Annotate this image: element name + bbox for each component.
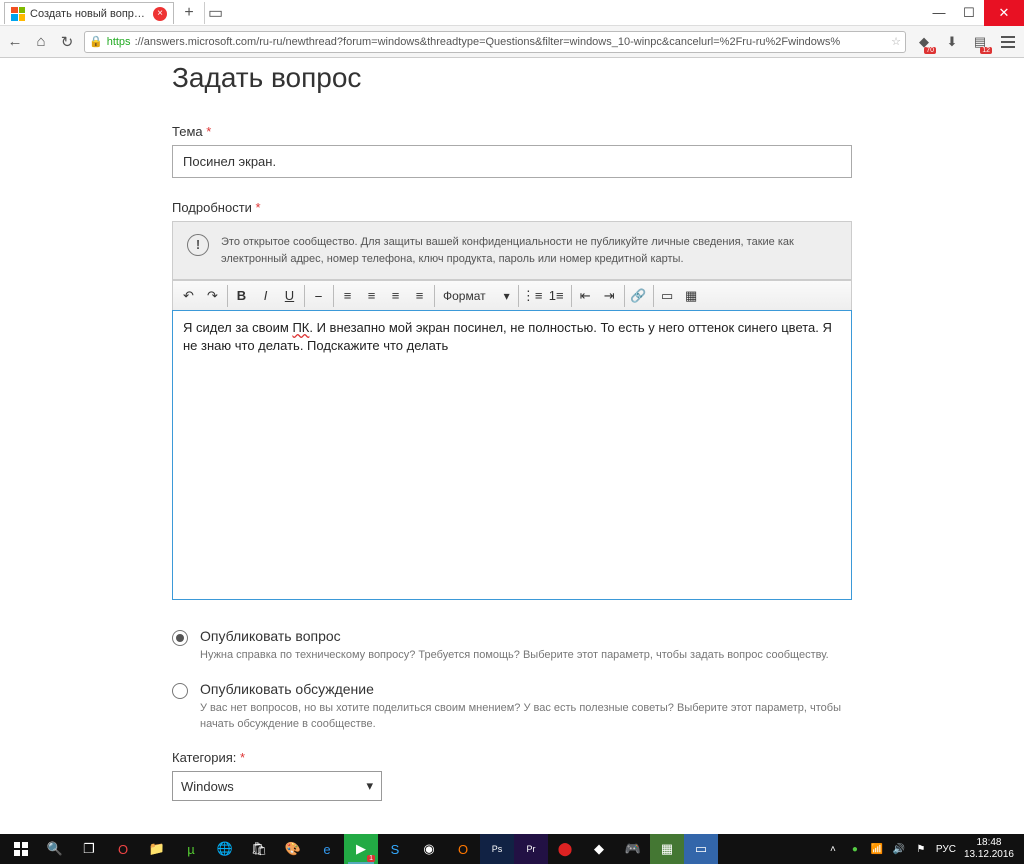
outdent-button[interactable]: ⇤	[574, 284, 598, 308]
tab-strip: Создать новый вопрос ил × + ▭	[0, 0, 904, 26]
back-button[interactable]: ←	[6, 33, 24, 51]
tray-cloud-icon[interactable]: ●	[848, 842, 862, 856]
taskbar-skype-icon[interactable]: S	[378, 834, 412, 864]
tab-close-icon[interactable]: ×	[153, 7, 167, 21]
taskbar-explorer-icon[interactable]: 📁	[140, 834, 174, 864]
taskbar: 🔍 ❐ O 📁 µ 🌐 🛍 🎨 e ▶1 S ◉ O Ps Pr ⬤ ◆ 🎮 ▦…	[0, 834, 1024, 864]
taskbar-game-icon[interactable]: 🎮	[616, 834, 650, 864]
radio-icon	[172, 683, 188, 699]
tray-battery-icon[interactable]: ⚑	[914, 842, 928, 856]
url-text: ://answers.microsoft.com/ru-ru/newthread…	[135, 36, 888, 48]
image-button[interactable]: ▭	[656, 284, 680, 308]
browser-tab[interactable]: Создать новый вопрос ил ×	[4, 2, 174, 24]
taskbar-record-icon[interactable]: ⬤	[548, 834, 582, 864]
browser-menu-button[interactable]	[998, 36, 1018, 48]
category-label: Категория: *	[172, 750, 852, 765]
star-icon[interactable]: ☆	[891, 35, 901, 48]
italic-button[interactable]: I	[254, 284, 278, 308]
taskbar-steam-icon[interactable]: ◉	[412, 834, 446, 864]
theme-label: Тема *	[172, 124, 852, 139]
theme-input[interactable]	[172, 145, 852, 178]
taskbar-app-icon[interactable]: ▶1	[344, 834, 378, 864]
details-label: Подробности *	[172, 200, 852, 215]
url-input[interactable]: 🔒 https ://answers.microsoft.com/ru-ru/n…	[84, 31, 906, 53]
info-icon: !	[187, 234, 209, 256]
tray-language[interactable]: РУС	[936, 844, 956, 855]
taskbar-utorrent-icon[interactable]: µ	[174, 834, 208, 864]
radio-desc: Нужна справка по техническому вопросу? Т…	[200, 648, 829, 663]
underline-button[interactable]: U	[278, 284, 302, 308]
tray-volume-icon[interactable]: 🔊	[892, 842, 906, 856]
extension-adblock-icon[interactable]: ◆70	[914, 32, 934, 52]
editor-toolbar: ↶ ↷ B I U ⎯ ≡ ≡ ≡ ≡ Формат▾ ⋮≡ 1≡ ⇤ ⇥ 🔗 …	[172, 280, 852, 310]
link-button[interactable]: 🔗	[627, 284, 651, 308]
bold-button[interactable]: B	[230, 284, 254, 308]
taskbar-chrome-icon[interactable]: 🌐	[208, 834, 242, 864]
align-right-button[interactable]: ≡	[384, 284, 408, 308]
radio-desc: У вас нет вопросов, но вы хотите поделит…	[200, 701, 852, 732]
tray-clock[interactable]: 18:48 13.12.2016	[964, 837, 1014, 861]
align-center-button[interactable]: ≡	[360, 284, 384, 308]
taskbar-app2-icon[interactable]: ◆	[582, 834, 616, 864]
page-content: Задать вопрос Тема * Подробности * ! Это…	[0, 58, 1024, 834]
extension-download-icon[interactable]: ⬇	[942, 32, 962, 52]
radio-icon	[172, 630, 188, 646]
number-list-button[interactable]: 1≡	[545, 284, 569, 308]
home-button[interactable]: ⌂	[32, 33, 50, 51]
system-tray: ˄ ● 📶 🔊 ⚑ РУС 18:48 13.12.2016	[826, 837, 1020, 861]
details-editor[interactable]: Я сидел за своим ПК. И внезапно мой экра…	[172, 310, 852, 600]
redo-button[interactable]: ↷	[201, 284, 225, 308]
tab-title: Создать новый вопрос ил	[30, 8, 148, 20]
taskbar-edge-icon[interactable]: e	[310, 834, 344, 864]
tab-menu-button[interactable]: ▭	[204, 2, 226, 24]
start-button[interactable]	[4, 834, 38, 864]
taskbar-origin-icon[interactable]: O	[446, 834, 480, 864]
taskview-button[interactable]: ❐	[72, 834, 106, 864]
taskbar-photoshop-icon[interactable]: Ps	[480, 834, 514, 864]
new-tab-button[interactable]: +	[178, 2, 200, 24]
page-title: Задать вопрос	[172, 62, 852, 94]
chevron-down-icon: ▾	[366, 778, 373, 794]
undo-button[interactable]: ↶	[177, 284, 201, 308]
align-justify-button[interactable]: ≡	[408, 284, 432, 308]
table-button[interactable]: ▦	[680, 284, 704, 308]
minimize-button[interactable]: —	[924, 0, 954, 26]
format-dropdown[interactable]: Формат▾	[437, 289, 516, 303]
notice-text: Это открытое сообщество. Для защиты ваше…	[221, 234, 837, 267]
tray-network-icon[interactable]: 📶	[870, 842, 884, 856]
address-bar: ← ⌂ ↻ 🔒 https ://answers.microsoft.com/r…	[0, 26, 1024, 58]
indent-button[interactable]: ⇥	[598, 284, 622, 308]
maximize-button[interactable]: ☐	[954, 0, 984, 26]
taskbar-minecraft-icon[interactable]: ▦	[650, 834, 684, 864]
lock-icon: 🔒	[89, 35, 103, 48]
radio-title: Опубликовать обсуждение	[200, 681, 852, 697]
taskbar-premiere-icon[interactable]: Pr	[514, 834, 548, 864]
microsoft-favicon	[11, 7, 25, 21]
radio-publish-question[interactable]: Опубликовать вопрос Нужна справка по тех…	[172, 628, 852, 663]
taskbar-paint-icon[interactable]: 🎨	[276, 834, 310, 864]
strike-button[interactable]: ⎯	[307, 284, 331, 308]
align-left-button[interactable]: ≡	[336, 284, 360, 308]
extension-feed-icon[interactable]: ▤12	[970, 32, 990, 52]
bullet-list-button[interactable]: ⋮≡	[521, 284, 545, 308]
taskbar-app3-icon[interactable]: ▭	[684, 834, 718, 864]
privacy-notice: ! Это открытое сообщество. Для защиты ва…	[172, 221, 852, 280]
taskbar-opera-icon[interactable]: O	[106, 834, 140, 864]
close-window-button[interactable]: ✕	[984, 0, 1024, 26]
radio-title: Опубликовать вопрос	[200, 628, 829, 644]
search-button[interactable]: 🔍	[38, 834, 72, 864]
category-select[interactable]: Windows▾	[172, 771, 382, 801]
tray-chevron-icon[interactable]: ˄	[826, 842, 840, 856]
taskbar-store-icon[interactable]: 🛍	[242, 834, 276, 864]
url-protocol: https	[107, 36, 131, 48]
reload-button[interactable]: ↻	[58, 33, 76, 51]
radio-publish-discussion[interactable]: Опубликовать обсуждение У вас нет вопрос…	[172, 681, 852, 732]
